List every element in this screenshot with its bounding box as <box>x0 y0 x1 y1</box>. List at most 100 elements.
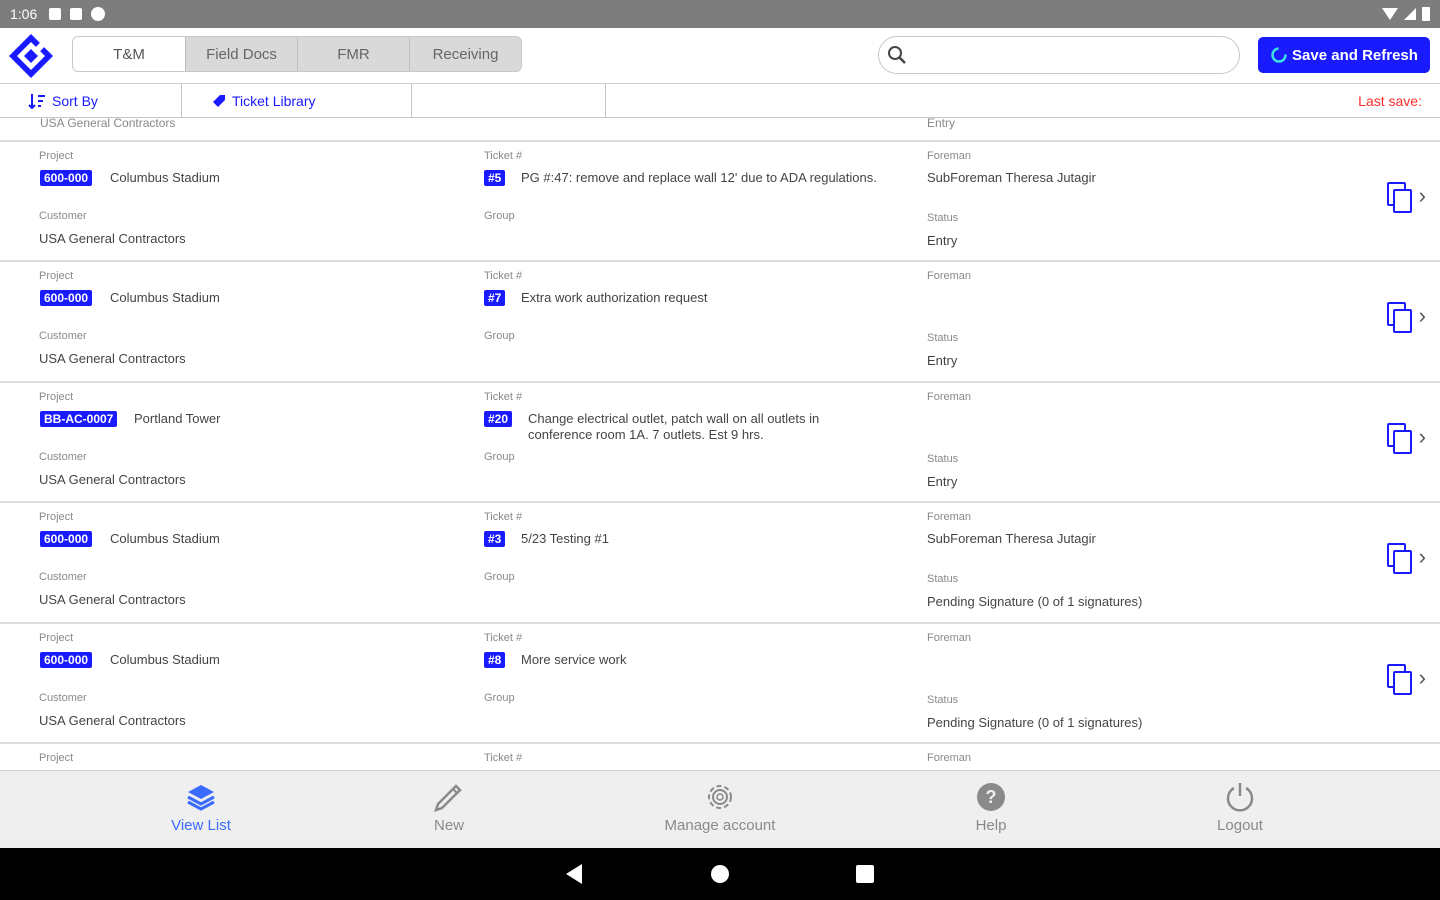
status-value: Entry <box>927 353 958 369</box>
tab-fmr[interactable]: FMR <box>297 37 409 71</box>
ticket-number-badge: #3 <box>484 531 506 548</box>
customer-name: USA General Contractors <box>39 231 186 246</box>
copy-icon[interactable] <box>1386 663 1412 695</box>
system-navigation-bar <box>0 848 1440 900</box>
ticket-label: Ticket # <box>484 631 523 644</box>
nav-label: Manage account <box>664 817 776 834</box>
copy-icon[interactable] <box>1386 422 1412 454</box>
project-code-badge: 600-000 <box>40 531 93 548</box>
ticket-label: Ticket # <box>484 390 523 403</box>
customer-name: USA General Contractors <box>39 712 186 728</box>
svg-text:?: ? <box>986 787 997 807</box>
home-icon[interactable] <box>711 865 729 883</box>
copy-icon[interactable] <box>1386 543 1412 575</box>
ticket-row[interactable]: Project 600-000 Columbus Stadium Custome… <box>0 503 1440 624</box>
last-save-text: Last save: <box>1358 92 1422 109</box>
ticket-row[interactable]: Project 600-000 Columbus Stadium Custome… <box>0 624 1440 744</box>
sort-by-button[interactable]: Sort By <box>0 84 182 117</box>
foreman-label: Foreman <box>927 390 972 403</box>
project-code-badge: 600-000 <box>40 651 93 668</box>
app-logo-icon <box>9 34 53 78</box>
status-label: Status <box>927 212 959 224</box>
tag-icon <box>213 94 225 107</box>
search-input[interactable] <box>913 37 1239 73</box>
ticket-description: More service work <box>521 651 627 667</box>
status-bar: 1:06 <box>0 0 1440 28</box>
project-label: Project <box>39 390 74 403</box>
ticket-row[interactable]: Project 600-000 Columbus Stadium Custome… <box>0 262 1440 383</box>
battery-icon <box>1422 7 1430 21</box>
partial-customer: USA General Contractors <box>40 118 176 130</box>
refresh-icon <box>1271 47 1287 63</box>
chevron-right-icon[interactable]: › <box>1419 665 1426 691</box>
customer-name: USA General Contractors <box>39 592 186 608</box>
partial-list-item-bottom: Project Ticket # Foreman <box>0 744 1440 770</box>
chevron-right-icon[interactable]: › <box>1419 544 1426 570</box>
tab-receiving[interactable]: Receiving <box>409 37 521 71</box>
sync-icon <box>91 7 106 21</box>
customer-label: Customer <box>39 571 87 584</box>
save-and-refresh-button[interactable]: Save and Refresh <box>1258 37 1430 73</box>
sort-by-label: Sort By <box>52 92 98 109</box>
copy-icon[interactable] <box>1386 302 1412 334</box>
ticket-row[interactable]: Project BB-AC-0007 Portland Tower Custom… <box>0 383 1440 504</box>
ticket-label: Ticket # <box>484 150 523 162</box>
project-name: Columbus Stadium <box>110 531 220 547</box>
save-button-label: Save and Refresh <box>1292 46 1418 64</box>
status-label: Status <box>927 693 959 706</box>
status-label: Status <box>927 332 959 345</box>
customer-name: USA General Contractors <box>39 471 186 487</box>
status-value: Pending Signature (0 of 1 signatures) <box>927 714 1143 730</box>
tab-field-docs[interactable]: Field Docs <box>185 37 297 71</box>
search-box[interactable] <box>878 36 1240 74</box>
status-time: 1:06 <box>10 6 38 22</box>
help-icon: ? <box>977 783 1005 811</box>
back-icon[interactable] <box>566 864 582 884</box>
ticket-list[interactable]: USA General Contractors Entry Project 60… <box>0 118 1440 770</box>
foreman-label: Foreman <box>927 752 972 764</box>
nav-label: Help <box>975 817 1007 834</box>
group-label: Group <box>484 330 515 343</box>
ticket-number-badge: #7 <box>484 290 506 307</box>
ticket-description: 5/23 Testing #1 <box>521 531 609 547</box>
ticket-row[interactable]: Project 600-000 Columbus Stadium Custome… <box>0 142 1440 263</box>
recent-apps-icon[interactable] <box>856 865 874 883</box>
ticket-description: Extra work authorization request <box>521 290 708 306</box>
notification-icon <box>49 8 62 20</box>
project-label: Project <box>39 150 74 162</box>
sort-icon <box>28 93 45 109</box>
nav-manage-account[interactable]: Manage account <box>640 777 800 834</box>
status-value: Entry <box>927 233 958 248</box>
pencil-icon <box>434 784 462 812</box>
ticket-library-button[interactable]: Ticket Library <box>182 84 412 117</box>
ticket-number-badge: #8 <box>484 651 506 668</box>
status-label: Status <box>927 452 959 465</box>
partial-status: Entry <box>927 118 956 130</box>
partial-list-item-top: USA General Contractors Entry <box>0 118 1440 142</box>
foreman-label: Foreman <box>927 150 972 162</box>
copy-icon[interactable] <box>1386 182 1412 213</box>
foreman-label: Foreman <box>927 631 972 644</box>
ticket-label: Ticket # <box>484 511 523 524</box>
project-name: Portland Tower <box>134 410 221 426</box>
ticket-label: Ticket # <box>484 752 523 764</box>
chevron-right-icon[interactable]: › <box>1419 303 1426 329</box>
nav-new[interactable]: New <box>369 777 529 834</box>
chevron-right-icon[interactable]: › <box>1419 424 1426 450</box>
project-code-badge: BB-AC-0007 <box>40 410 118 427</box>
power-icon <box>1226 783 1254 812</box>
customer-name: USA General Contractors <box>39 351 186 367</box>
customer-label: Customer <box>39 210 87 222</box>
chevron-right-icon[interactable]: › <box>1419 183 1426 209</box>
project-label: Project <box>39 631 74 644</box>
tab-tm[interactable]: T&M <box>73 37 185 71</box>
nav-label: View List <box>171 817 231 834</box>
nav-help[interactable]: ? Help <box>911 777 1071 834</box>
customer-label: Customer <box>39 691 87 704</box>
ticket-number-badge: #20 <box>484 410 513 427</box>
group-label: Group <box>484 450 515 463</box>
nav-view-list[interactable]: View List <box>121 777 281 834</box>
app-header: T&M Field Docs FMR Receiving Save and Re… <box>0 28 1440 84</box>
nav-logout[interactable]: Logout <box>1160 777 1320 834</box>
customer-label: Customer <box>39 330 87 343</box>
